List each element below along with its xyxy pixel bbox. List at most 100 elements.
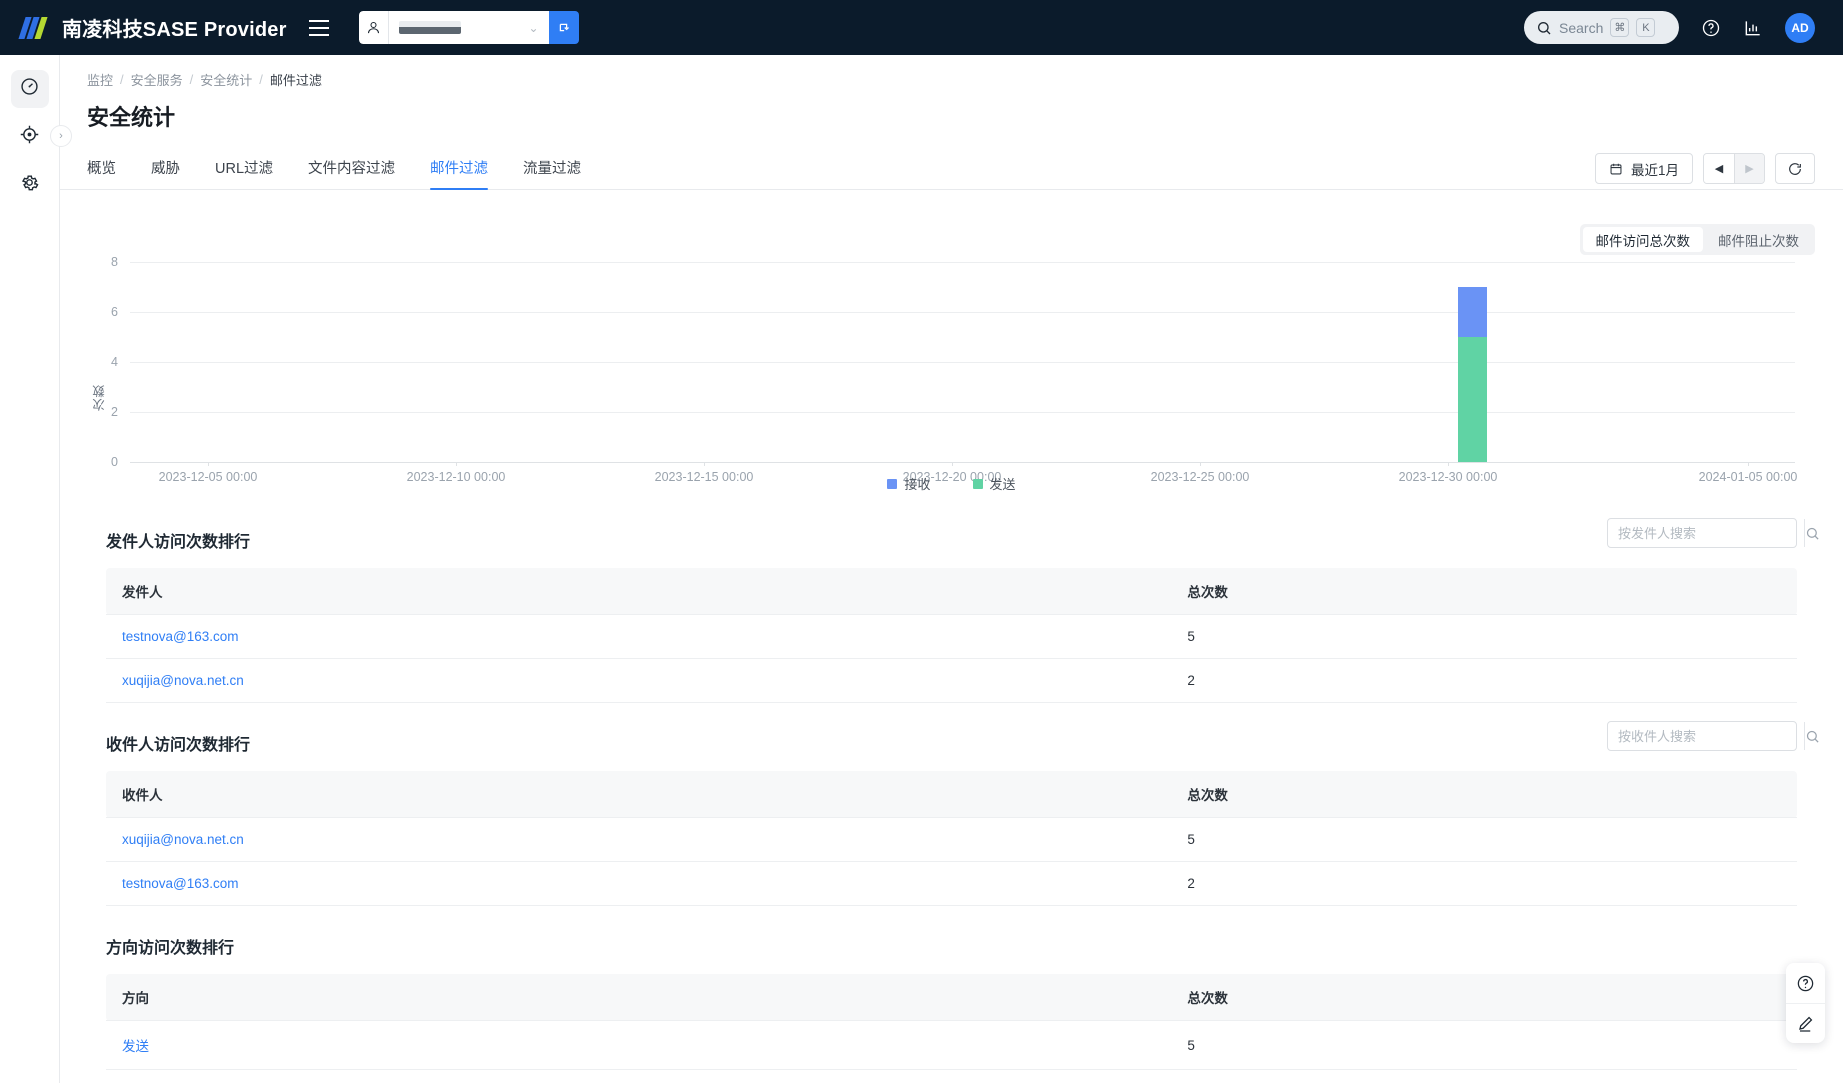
mail-chart-card: 邮件访问总次数 邮件阻止次数 次数 8 6 4 2 0 2023-12-05 0… — [88, 190, 1815, 500]
top-header: 南凌科技SASE Provider ⌄ Search ⌘ K AD — [0, 0, 1843, 55]
column-total: 总次数 — [1171, 771, 1797, 818]
cell-total: 2 — [1171, 658, 1797, 703]
page-title: 安全统计 — [87, 105, 176, 130]
prev-period-button[interactable]: ◀ — [1704, 154, 1734, 183]
sender-link[interactable]: testnova@163.com — [122, 629, 239, 644]
y-tick: 4 — [111, 355, 118, 369]
legend-item-send[interactable]: 发送 — [972, 474, 1016, 493]
search-icon[interactable] — [1804, 519, 1820, 547]
chevron-down-icon: ⌄ — [528, 20, 539, 35]
panel-title-sender: 发件人访问次数排行 — [106, 534, 251, 551]
breadcrumb-current: 邮件过滤 — [269, 73, 322, 88]
avatar[interactable]: AD — [1785, 12, 1815, 43]
sidebar: › — [0, 55, 72, 1083]
sender-search-input[interactable] — [1608, 519, 1804, 547]
bar-segment-recv — [1458, 287, 1487, 337]
gear-icon — [19, 172, 40, 198]
chart-bar-stacked[interactable] — [1458, 287, 1487, 462]
date-range-picker[interactable]: 最近1月 — [1594, 153, 1693, 184]
tenant-selector[interactable]: ⌄ — [358, 11, 579, 44]
table-header-row: 收件人 总次数 — [106, 771, 1797, 818]
legend-item-recv[interactable]: 接收 — [887, 474, 931, 493]
breadcrumb-item-1[interactable]: 安全服务 — [131, 70, 183, 89]
refresh-button[interactable] — [1775, 153, 1815, 184]
y-tick: 0 — [111, 455, 118, 469]
cell-total: 5 — [1171, 817, 1797, 862]
recipient-ranking-table: 收件人 总次数 xuqijia@nova.net.cn 5 testnova@1… — [106, 771, 1797, 906]
panel-title-direction: 方向访问次数排行 — [106, 940, 235, 957]
sidebar-item-settings[interactable] — [11, 166, 49, 204]
cell-sender: xuqijia@nova.net.cn — [106, 658, 1172, 703]
sidebar-item-monitor[interactable] — [11, 118, 49, 156]
x-tickmark — [208, 462, 209, 466]
edit-icon[interactable] — [1786, 1003, 1825, 1043]
search-icon[interactable] — [1804, 722, 1820, 750]
breadcrumb-item-2[interactable]: 安全统计 — [200, 70, 252, 89]
gauge-icon — [19, 76, 40, 102]
breadcrumb-item-0[interactable]: 监控 — [87, 70, 113, 89]
table-header-row: 方向 总次数 — [106, 974, 1797, 1021]
gridline — [130, 312, 1795, 313]
search-icon — [1538, 21, 1551, 34]
column-recipient: 收件人 — [106, 771, 1172, 818]
tab-file-content-filter[interactable]: 文件内容过滤 — [308, 157, 395, 189]
tab-overview[interactable]: 概览 — [87, 157, 116, 189]
tab-bar: 概览 威胁 URL过滤 文件内容过滤 邮件过滤 流量过滤 最近1月 ◀ ▶ — [60, 149, 1843, 190]
hamburger-icon[interactable] — [308, 17, 333, 39]
bar-segment-send — [1458, 337, 1487, 462]
reports-chart-icon[interactable] — [1743, 18, 1763, 38]
column-total: 总次数 — [1171, 568, 1797, 615]
column-total: 总次数 — [1171, 974, 1797, 1021]
switch-tenant-icon[interactable] — [548, 11, 579, 44]
refresh-icon — [1789, 162, 1801, 175]
global-search-input[interactable]: Search ⌘ K — [1524, 11, 1679, 44]
date-range-controls: 最近1月 ◀ ▶ — [1594, 153, 1815, 184]
direction-link[interactable]: 发送 — [122, 1039, 149, 1054]
table-row: testnova@163.com 2 — [106, 861, 1797, 906]
floating-dock — [1786, 963, 1825, 1043]
tab-threat[interactable]: 威胁 — [151, 157, 180, 189]
cell-total: 5 — [1171, 1020, 1797, 1070]
recipient-link[interactable]: testnova@163.com — [122, 876, 239, 891]
recipient-ranking-panel: 收件人访问次数排行 收件人 总次数 xuqijia@nova.net.cn 5 — [88, 703, 1819, 906]
metric-total-access[interactable]: 邮件访问总次数 — [1582, 227, 1703, 252]
y-tick: 2 — [111, 405, 118, 419]
date-range-label: 最近1月 — [1630, 162, 1679, 178]
sidebar-item-dashboard[interactable] — [10, 70, 49, 108]
x-tickmark — [456, 462, 457, 466]
user-icon — [359, 11, 389, 44]
kbd-k: K — [1636, 18, 1656, 37]
tenant-field[interactable]: ⌄ — [358, 11, 549, 44]
sidebar-expand-button[interactable]: › — [50, 125, 72, 147]
y-tick: 8 — [111, 255, 118, 269]
direction-ranking-panel: 方向访问次数排行 方向 总次数 发送 5 — [88, 906, 1815, 1070]
table-row: 发送 5 — [106, 1020, 1797, 1070]
brand-title: 南凌科技SASE Provider — [62, 19, 287, 41]
legend-label-send: 发送 — [989, 477, 1016, 492]
column-direction: 方向 — [106, 974, 1172, 1021]
table-row: xuqijia@nova.net.cn 2 — [106, 658, 1797, 703]
recipient-link[interactable]: xuqijia@nova.net.cn — [122, 832, 244, 847]
brand-logo-icon — [18, 16, 48, 39]
metric-blocked[interactable]: 邮件阻止次数 — [1705, 227, 1812, 252]
x-tickmark — [1748, 462, 1749, 466]
cell-total: 5 — [1171, 614, 1797, 659]
main-content: 监控 / 安全服务 / 安全统计 / 邮件过滤 安全统计 概览 威胁 URL过滤… — [60, 55, 1843, 1083]
help-icon[interactable] — [1701, 18, 1721, 38]
cell-recipient: xuqijia@nova.net.cn — [106, 817, 1172, 862]
sender-search[interactable] — [1607, 518, 1819, 548]
date-step-group: ◀ ▶ — [1703, 153, 1765, 184]
chart-legend: 接收 发送 — [88, 474, 1815, 493]
tab-url-filter[interactable]: URL过滤 — [215, 157, 273, 189]
tab-mail-filter[interactable]: 邮件过滤 — [430, 157, 489, 190]
recipient-search-input[interactable] — [1608, 722, 1804, 750]
sender-link[interactable]: xuqijia@nova.net.cn — [122, 673, 244, 688]
column-sender: 发件人 — [106, 568, 1172, 615]
x-tickmark — [1200, 462, 1201, 466]
tab-traffic-filter[interactable]: 流量过滤 — [523, 157, 581, 189]
gridline — [130, 262, 1795, 263]
recipient-search[interactable] — [1607, 721, 1819, 751]
help-icon[interactable] — [1786, 963, 1825, 1003]
y-tick: 6 — [111, 305, 118, 319]
sender-ranking-table: 发件人 总次数 testnova@163.com 5 xuqijia@nova.… — [106, 568, 1797, 703]
